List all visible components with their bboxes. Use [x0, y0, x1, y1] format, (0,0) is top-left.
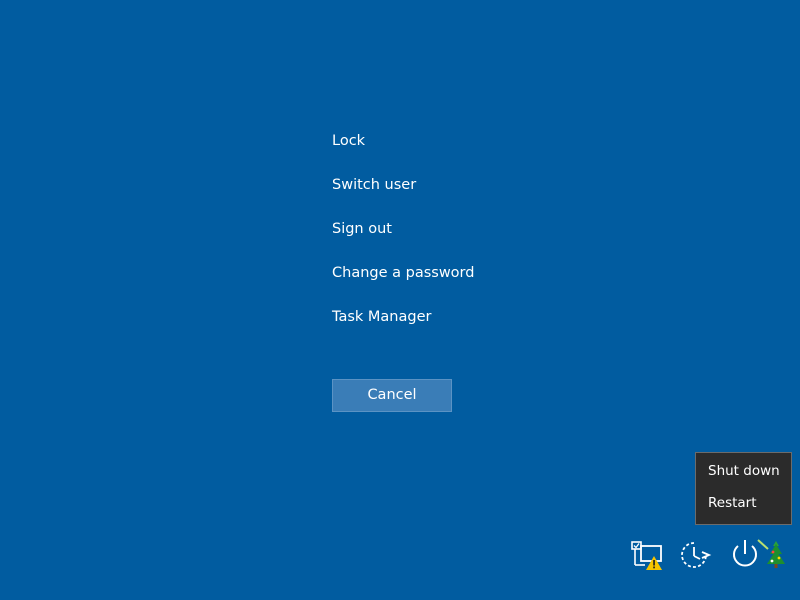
tree-icon — [756, 536, 788, 572]
cancel-button[interactable]: Cancel — [332, 379, 452, 412]
restart-menu-item[interactable]: Restart — [708, 495, 757, 511]
switch-user-link[interactable]: Switch user — [332, 174, 474, 196]
power-options-popup: Shut down Restart — [695, 452, 792, 525]
security-options-menu: Lock Switch user Sign out Change a passw… — [332, 130, 474, 350]
sign-out-link[interactable]: Sign out — [332, 218, 474, 240]
shut-down-menu-item[interactable]: Shut down — [708, 463, 780, 479]
network-warning-icon[interactable] — [629, 539, 663, 573]
change-password-link[interactable]: Change a password — [332, 262, 474, 284]
lock-link[interactable]: Lock — [332, 130, 474, 152]
accessibility-icon[interactable] — [678, 538, 712, 572]
task-manager-link[interactable]: Task Manager — [332, 306, 474, 328]
